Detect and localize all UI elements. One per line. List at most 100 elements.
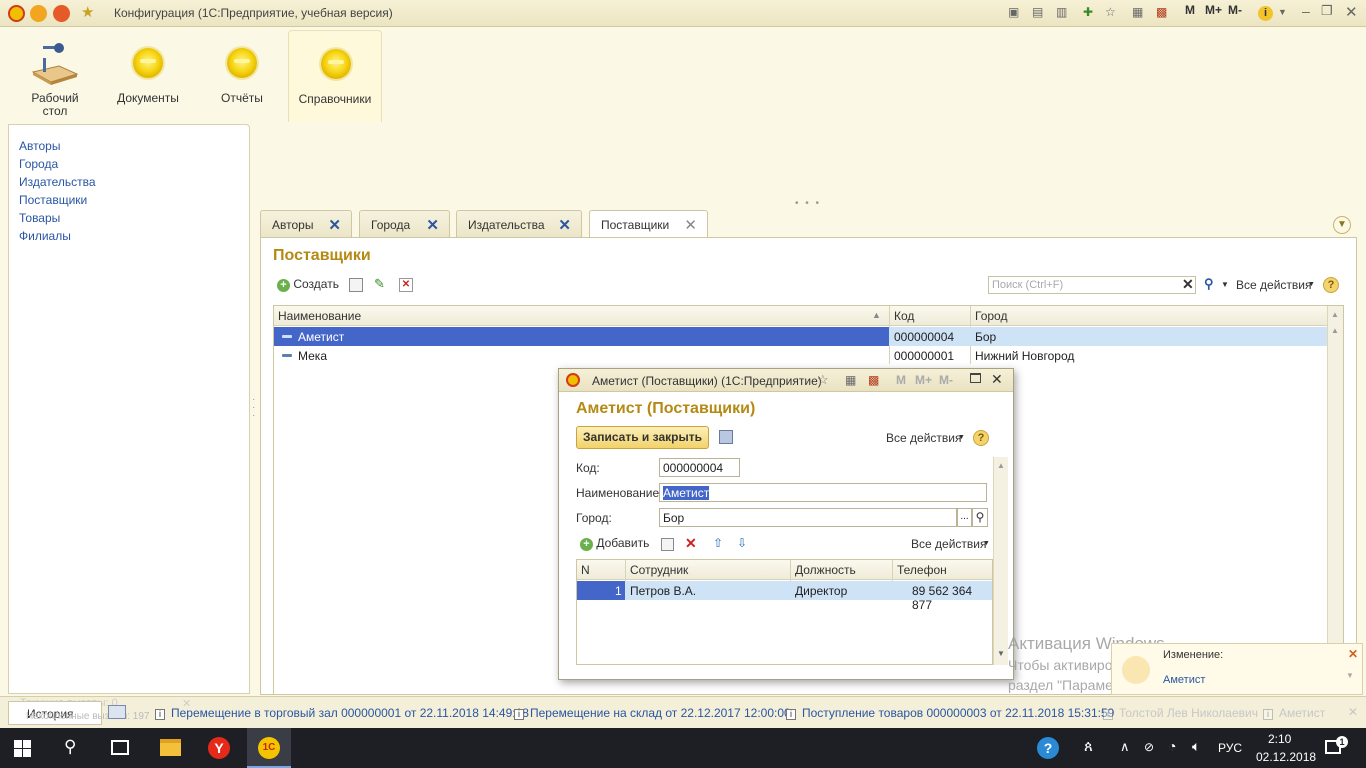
file-explorer-icon[interactable] [160,739,181,756]
nav-item-publishers[interactable]: Издательства [9,173,96,191]
close-icon[interactable]: ✕ [1348,647,1358,661]
nav-item-cities[interactable]: Города [9,155,96,173]
minimize-icon[interactable]: – [1302,3,1310,19]
name-field[interactable]: Аметист [659,483,987,502]
table-row[interactable]: 1 Петров В.А. Директор 89 562 364 877 [577,581,992,612]
close-icon[interactable]: ✕ [328,216,341,234]
print-icon[interactable]: ▤ [1032,5,1043,19]
calculator-icon[interactable]: ▦ [845,373,856,387]
calendar-icon[interactable]: ▩ [868,373,879,387]
notification-link[interactable]: Аметист [1163,674,1205,686]
info-icon[interactable]: i [1258,6,1273,21]
delete-mark-icon[interactable]: ✕ [399,278,413,292]
nav-item-branches[interactable]: Филиалы [9,227,96,245]
caret-down-icon[interactable]: ▼ [983,540,990,547]
clear-search-icon[interactable]: ✕ [1182,276,1194,293]
table-all-actions-menu[interactable]: Все действия [911,537,986,551]
windows-icon[interactable] [108,705,126,719]
nav-item-authors[interactable]: Авторы [9,137,96,155]
close-icon[interactable]: ✕ [558,216,571,234]
close-icon[interactable]: ✕ [426,216,439,234]
maximize-icon[interactable] [970,373,981,383]
clock-time[interactable]: 2:10 [1268,732,1291,746]
move-down-icon[interactable]: ⇩ [737,536,747,550]
search-icon[interactable]: ⚲ [972,508,988,527]
task-view-icon[interactable] [111,740,129,755]
memory-m-button[interactable]: M [1185,3,1195,17]
tab-publishers[interactable]: Издательства ✕ [456,210,582,238]
caret-down-icon[interactable]: ▼ [958,434,965,441]
nav-item-suppliers[interactable]: Поставщики [9,191,96,209]
section-desktop[interactable]: Рабочий стол [8,30,102,122]
close-icon[interactable]: ✕ [1348,705,1358,719]
scroll-down-icon[interactable]: ▼ [997,649,1005,658]
move-up-icon[interactable]: ⇧ [713,536,723,550]
calculator-icon[interactable]: ▦ [1132,5,1143,19]
caret-down-icon[interactable]: ▼ [1308,281,1315,288]
history-item[interactable]: i Поступление товаров 000000003 от 22.11.… [786,706,1114,720]
column-header-phone[interactable]: Телефон [897,563,947,577]
select-more-button[interactable]: ... [957,508,972,527]
dialog-scrollbar[interactable]: ▲ ▼ [993,457,1008,665]
search-icon[interactable]: ⚲ [1204,276,1214,292]
chevron-down-icon[interactable]: ▼ [1333,216,1351,234]
code-field[interactable]: 000000004 [659,458,740,477]
city-field[interactable]: Бор [659,508,957,527]
save-icon[interactable]: ▣ [1008,5,1019,19]
tab-cities[interactable]: Города ✕ [359,210,450,238]
column-header-name[interactable]: Наименование [278,309,361,323]
table-scrollbar[interactable]: ▲ ▲ [1327,306,1343,694]
dialog-title-bar[interactable]: Аметист (Поставщики) (1С:Предприятие) ☆ … [559,369,1013,392]
history-icon[interactable]: ☆ [1105,5,1116,19]
column-header-position[interactable]: Должность [795,563,856,577]
memory-plus-button[interactable]: M+ [1205,3,1222,17]
close-icon[interactable]: ✕ [991,371,1003,388]
memory-minus-button[interactable]: M- [1228,3,1242,17]
preview-icon[interactable]: ▥ [1056,5,1067,19]
panel-resize-handle-horizontal[interactable]: • • • [795,198,821,209]
close-icon[interactable]: ✕ [684,216,697,234]
help-icon[interactable]: ? [973,430,989,446]
panel-resize-handle[interactable]: · · · [252,395,255,421]
change-notification[interactable]: Изменение: Аметист ✕ ▼ [1111,643,1363,695]
column-header-city[interactable]: Город [975,309,1007,323]
caret-down-icon[interactable]: ▼ [1346,671,1354,680]
tray-chevron-up-icon[interactable]: ∧ [1120,739,1130,755]
windows-start-icon[interactable] [14,740,31,757]
yandex-browser-icon[interactable]: Y [208,737,230,759]
close-circle-icon[interactable] [53,5,70,22]
tab-suppliers[interactable]: Поставщики ✕ [589,210,708,239]
favorites-star-icon[interactable]: ★ [81,3,98,21]
copy-icon[interactable] [349,278,363,292]
input-language[interactable]: РУС [1218,741,1242,755]
save-icon[interactable] [719,430,733,444]
section-reports[interactable]: Отчёты [195,30,289,122]
memory-minus-button[interactable]: M- [939,373,953,387]
section-catalogs[interactable]: Справочники [288,30,382,122]
history-item[interactable]: i Аметист [1263,706,1325,720]
favorites-star-icon[interactable]: ☆ [817,372,829,388]
1c-logo-icon[interactable] [8,5,25,22]
network-off-icon[interactable]: ⊘ [1144,740,1154,754]
close-icon[interactable]: ✕ [1345,3,1358,21]
dropdown-menu-icon[interactable] [30,5,47,22]
scroll-up-icon[interactable]: ▲ [1331,310,1339,319]
help-icon[interactable]: ? [1323,277,1339,293]
scroll-up-icon[interactable]: ▲ [997,461,1005,470]
clock-date[interactable]: 02.12.2018 [1256,750,1316,764]
table-row[interactable]: Мека 000000001 Нижний Новгород [274,346,1328,365]
column-header-employee[interactable]: Сотрудник [630,563,688,577]
search-input[interactable]: Поиск (Ctrl+F) [988,276,1196,294]
all-actions-menu[interactable]: Все действия [886,431,961,445]
history-item[interactable]: i Толстой Лев Николаевич [1103,706,1258,720]
memory-m-button[interactable]: M [896,373,906,387]
history-item[interactable]: i Перемещение на склад от 22.12.2017 12:0… [514,706,791,720]
add-row-button[interactable]: + Добавить [580,536,649,551]
section-documents[interactable]: Документы [101,30,195,122]
save-and-close-button[interactable]: Записать и закрыть [576,426,709,449]
add-favorites-icon[interactable]: ✚ [1083,5,1093,19]
column-header-code[interactable]: Код [894,309,914,323]
edit-pencil-icon[interactable]: ✎ [374,276,388,291]
create-button[interactable]: + Создать [277,277,339,292]
all-actions-menu[interactable]: Все действия [1236,278,1311,292]
